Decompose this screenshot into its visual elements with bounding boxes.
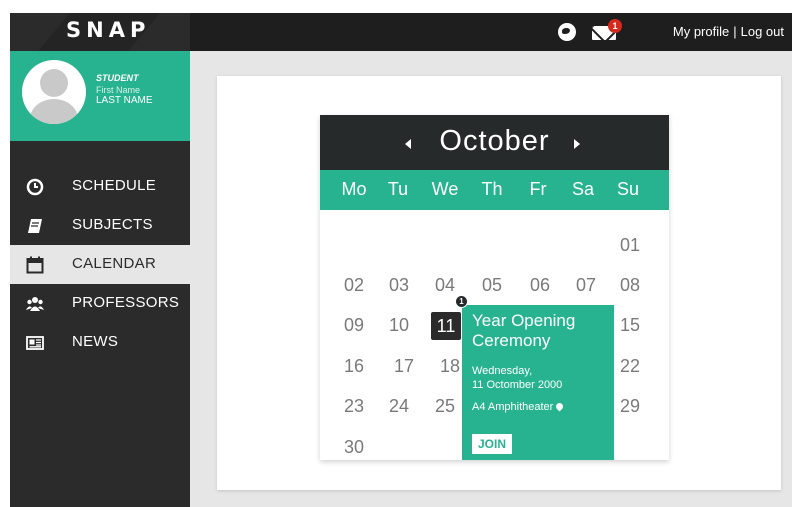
weekday-label: Mo	[341, 179, 367, 199]
newspaper-icon	[26, 336, 44, 350]
app-logo[interactable]: SNAP	[66, 18, 150, 42]
calendar-day[interactable]: 30	[334, 437, 374, 458]
top-bar: SNAP 1 My profile | Log out	[10, 13, 792, 51]
calendar-day[interactable]: 04	[425, 275, 465, 296]
event-location: A4 Amphitheater	[472, 401, 565, 413]
calendar-day[interactable]: 25	[425, 396, 465, 417]
clock-icon	[26, 178, 44, 196]
calendar-day[interactable]: 10	[379, 315, 419, 336]
people-icon	[26, 297, 44, 311]
join-button[interactable]: JOIN	[472, 434, 513, 454]
calendar-day[interactable]: 24	[379, 396, 419, 417]
event-title: Year Opening Ceremony	[472, 311, 576, 350]
my-profile-link[interactable]: My profile	[673, 24, 729, 39]
calendar-day[interactable]: 05	[472, 275, 512, 296]
calendar-day[interactable]: 09	[334, 315, 374, 336]
top-links: My profile | Log out	[673, 24, 784, 39]
logout-link[interactable]: Log out	[741, 24, 784, 39]
notification-badge: 1	[608, 19, 622, 33]
next-month-icon[interactable]	[574, 139, 580, 149]
month-title: October	[439, 125, 550, 157]
calendar-day[interactable]: 01	[610, 235, 650, 256]
sidebar-item-label: CALENDAR	[72, 255, 157, 272]
sidebar-item-professors[interactable]: PROFESSORS	[10, 284, 190, 323]
sidebar-item-news[interactable]: NEWS	[10, 323, 190, 362]
sidebar-item-calendar[interactable]: CALENDAR	[10, 245, 190, 284]
sidebar-item-label: NEWS	[72, 333, 119, 350]
weekday-label: Fr	[529, 179, 547, 199]
logo-area: SNAP	[10, 13, 190, 51]
event-count-badge: 1	[455, 295, 468, 308]
user-profile-card[interactable]: STUDENT First Name LAST NAME	[10, 51, 190, 141]
user-role: STUDENT	[96, 73, 139, 83]
weekday-label: Sa	[571, 179, 595, 199]
app-window: SNAP 1 My profile | Log out STUDENT First …	[10, 13, 792, 507]
weekday-label: Su	[616, 179, 640, 199]
event-date: Wednesday, 11 Octomber 2000	[472, 364, 612, 392]
calendar-day[interactable]: 16	[334, 356, 374, 377]
calendar-day[interactable]: 29	[610, 396, 650, 417]
event-popover: Year Opening Ceremony Wednesday, 11 Octo…	[462, 305, 614, 460]
calendar-widget: October Mo Tu We Th Fr Sa Su 01 02 03 04…	[320, 115, 669, 460]
event-location-label: A4 Amphitheater	[472, 401, 554, 413]
calendar-day[interactable]: 06	[520, 275, 560, 296]
calendar-day[interactable]: 15	[610, 315, 650, 336]
calendar-day[interactable]: 17	[384, 356, 424, 377]
sidebar-item-label: SUBJECTS	[72, 216, 153, 233]
weekday-label: We	[431, 179, 459, 199]
globe-icon[interactable]	[558, 23, 576, 41]
user-last-name: LAST NAME	[96, 95, 153, 106]
calendar-day[interactable]: 03	[379, 275, 419, 296]
sidebar: STUDENT First Name LAST NAME SCHEDULE SU…	[10, 51, 190, 507]
calendar-day[interactable]: 23	[334, 396, 374, 417]
location-pin-icon	[554, 401, 565, 412]
weekday-label: Tu	[387, 179, 409, 199]
calendar-day-selected[interactable]: 11	[431, 312, 461, 340]
book-icon	[28, 219, 42, 233]
calendar-day[interactable]: 22	[610, 356, 650, 377]
sidebar-item-label: SCHEDULE	[72, 177, 157, 194]
weekday-label: Th	[481, 179, 503, 199]
avatar	[22, 60, 86, 124]
sidebar-item-subjects[interactable]: SUBJECTS	[10, 206, 190, 245]
calendar-day[interactable]: 08	[610, 275, 650, 296]
calendar-icon	[26, 256, 44, 274]
link-separator: |	[733, 24, 737, 39]
weekday-row: Mo Tu We Th Fr Sa Su	[320, 170, 669, 210]
calendar-day[interactable]: 07	[566, 275, 606, 296]
sidebar-item-label: PROFESSORS	[72, 294, 180, 311]
event-weekday: Wednesday,	[472, 365, 533, 377]
calendar-day[interactable]: 02	[334, 275, 374, 296]
calendar-header: October	[320, 115, 669, 170]
sidebar-nav: SCHEDULE SUBJECTS CALENDAR PROFESSORS NE…	[10, 167, 190, 362]
event-full-date: 11 Octomber 2000	[472, 379, 563, 391]
user-first-name: First Name	[96, 85, 141, 95]
sidebar-item-schedule[interactable]: SCHEDULE	[10, 167, 190, 206]
